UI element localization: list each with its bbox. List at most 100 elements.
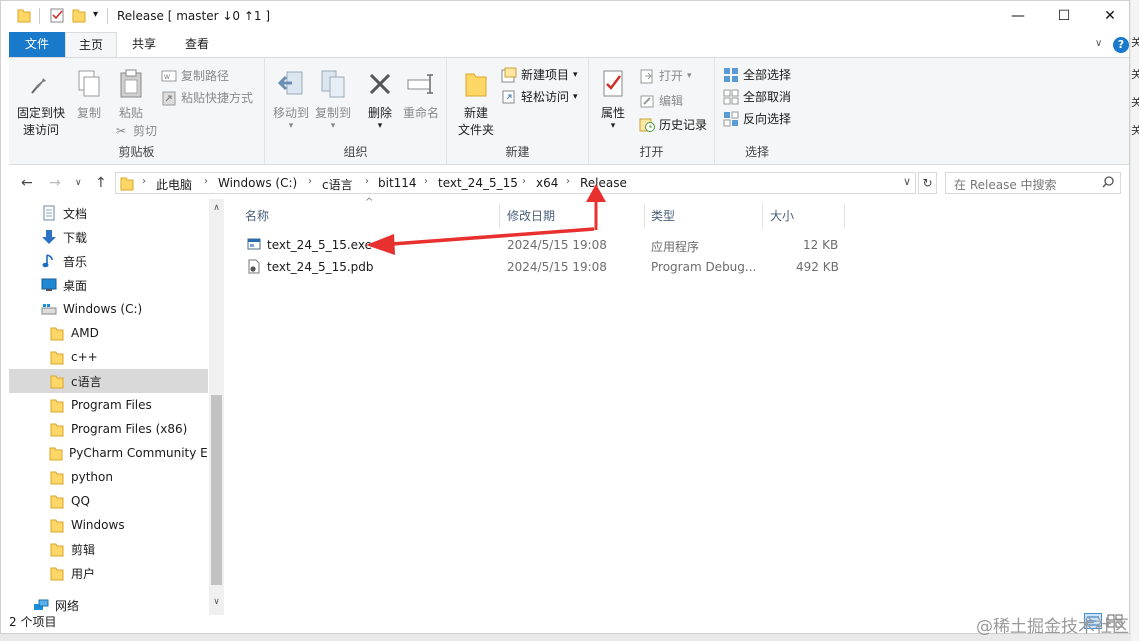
quick-access-dropdown-icon[interactable]: ▾ <box>93 9 98 27</box>
nav-item-folder[interactable]: python <box>9 465 208 489</box>
file-row[interactable]: text_24_5_15.pdb 2024/5/15 19:08 Program… <box>241 257 841 277</box>
address-bar[interactable]: › 此电脑 › Windows (C:) › c语言 › bit114 › te… <box>115 172 916 194</box>
up-arrow-icon[interactable]: ↑ <box>95 175 107 191</box>
rename-icon <box>405 68 437 100</box>
folder-icon <box>49 325 65 341</box>
nav-item-folder[interactable]: AMD <box>9 321 208 345</box>
select-none-button[interactable]: 全部取消 <box>723 88 791 105</box>
column-divider[interactable] <box>844 203 845 229</box>
breadcrumb-separator-icon[interactable]: › <box>365 176 369 187</box>
copy-path-button[interactable]: W 复制路径 <box>161 67 229 84</box>
rename-button[interactable]: 重命名 <box>401 68 441 121</box>
properties-button[interactable]: 属性 ▾ <box>593 68 633 131</box>
nav-item-folder[interactable]: QQ <box>9 489 208 513</box>
recent-locations-chevron-icon[interactable]: ∨ <box>75 178 82 188</box>
tab-share[interactable]: 共享 <box>119 32 169 57</box>
nav-item-folder[interactable]: 用户 <box>9 561 208 585</box>
back-arrow-icon[interactable]: ← <box>21 175 33 191</box>
nav-item-folder[interactable]: Windows <box>9 513 208 537</box>
column-divider[interactable] <box>499 203 500 229</box>
tab-home[interactable]: 主页 <box>65 32 117 57</box>
move-to-button[interactable]: 移动到 ▾ <box>271 68 311 131</box>
new-item-button[interactable]: 新建项目 ▾ <box>501 66 578 83</box>
nav-item-folder[interactable]: 剪辑 <box>9 537 208 561</box>
copy-to-button[interactable]: 复制到 ▾ <box>313 68 353 131</box>
divider <box>39 8 40 24</box>
column-divider[interactable] <box>762 203 763 229</box>
nav-item-folder[interactable]: PyCharm Community Ed <box>9 441 208 465</box>
address-dropdown-icon[interactable]: ∨ <box>903 175 911 188</box>
maximize-button[interactable]: ☐ <box>1041 1 1087 31</box>
nav-item-folder[interactable]: c++ <box>9 345 208 369</box>
pdb-file-icon <box>247 259 261 277</box>
folder-icon <box>49 565 65 581</box>
desktop-icon <box>41 277 57 293</box>
history-icon <box>639 117 655 133</box>
copy-button[interactable]: 复制 <box>69 68 109 121</box>
easy-access-icon <box>501 89 517 105</box>
edit-button[interactable]: 编辑 <box>639 92 683 109</box>
nav-item-folder-selected[interactable]: c语言 <box>9 369 208 393</box>
paste-shortcut-button[interactable]: 粘贴快捷方式 <box>161 89 253 106</box>
column-header-date[interactable]: 修改日期 <box>507 207 555 224</box>
forward-arrow-icon[interactable]: → <box>49 175 61 191</box>
file-row[interactable]: text_24_5_15.exe 2024/5/15 19:08 应用程序 12… <box>241 235 841 255</box>
breadcrumb-separator-icon[interactable]: › <box>308 176 312 187</box>
breadcrumb-c-language[interactable]: c语言 <box>322 176 353 193</box>
scroll-down-chevron-icon[interactable]: ∨ <box>209 597 224 607</box>
refresh-icon[interactable]: ↻ <box>918 172 937 194</box>
minimize-button[interactable]: — <box>995 1 1041 31</box>
easy-access-button[interactable]: 轻松访问 ▾ <box>501 88 578 105</box>
breadcrumb-this-pc[interactable]: 此电脑 <box>156 176 192 193</box>
paste-clipboard-icon <box>115 68 147 100</box>
title-bar: ▾ Release [ master ↓0 ↑1 ] — ☐ ✕ <box>1 1 1129 32</box>
scrollbar-thumb[interactable] <box>211 395 222 585</box>
navigation-scrollbar[interactable]: ∧ ∨ <box>209 199 224 615</box>
breadcrumb-separator-icon[interactable]: › <box>142 176 146 187</box>
status-item-count: 2 个项目 <box>9 615 57 629</box>
nav-item-folder[interactable]: Program Files <box>9 393 208 417</box>
dropdown-arrow-icon: ▾ <box>573 91 578 102</box>
open-button[interactable]: 打开 ▾ <box>639 67 692 84</box>
cut-button[interactable]: ✂ 剪切 <box>113 122 157 139</box>
nav-item-desktop[interactable]: 桌面 <box>9 273 208 297</box>
breadcrumb-separator-icon[interactable]: › <box>566 176 570 187</box>
tab-view[interactable]: 查看 <box>171 32 223 57</box>
pin-quick-access-button[interactable]: 固定到快 速访问 <box>13 68 69 138</box>
scroll-up-chevron-icon[interactable]: ∧ <box>209 203 224 213</box>
nav-item-documents[interactable]: 文档 <box>9 201 208 225</box>
breadcrumb-release[interactable]: Release <box>580 176 627 190</box>
properties-check-icon[interactable] <box>50 7 65 25</box>
paste-button[interactable]: 粘贴 <box>111 68 151 121</box>
new-folder-quick-icon[interactable] <box>72 7 86 25</box>
nav-item-windows-drive[interactable]: Windows (C:) <box>9 297 208 321</box>
tab-file[interactable]: 文件 <box>9 32 65 57</box>
breadcrumb-separator-icon[interactable]: › <box>204 176 208 187</box>
column-divider[interactable] <box>644 203 645 229</box>
breadcrumb-separator-icon[interactable]: › <box>424 176 428 187</box>
select-all-button[interactable]: 全部选择 <box>723 66 791 83</box>
new-folder-icon <box>460 68 492 100</box>
history-button[interactable]: 历史记录 <box>639 116 707 133</box>
pin-label-line1: 固定到快 <box>16 106 65 120</box>
column-header-name[interactable]: 名称 <box>245 207 269 224</box>
close-button[interactable]: ✕ <box>1087 1 1133 31</box>
breadcrumb-x64[interactable]: x64 <box>536 176 558 190</box>
ribbon-tabs: 文件 主页 共享 查看 ∨ ? <box>1 32 1129 57</box>
breadcrumb-windows-c[interactable]: Windows (C:) <box>218 176 297 190</box>
breadcrumb-text-24-5-15[interactable]: text_24_5_15 <box>438 176 518 190</box>
file-type: 应用程序 <box>651 240 700 254</box>
nav-item-downloads[interactable]: 下载 <box>9 225 208 249</box>
column-header-type[interactable]: 类型 <box>651 207 675 224</box>
invert-selection-button[interactable]: 反向选择 <box>723 110 791 127</box>
delete-button[interactable]: 删除 ▾ <box>363 68 397 131</box>
new-folder-button[interactable]: 新建 文件夹 <box>453 68 499 138</box>
column-header-size[interactable]: 大小 <box>770 207 794 224</box>
help-icon[interactable]: ? <box>1113 37 1129 53</box>
nav-item-music[interactable]: 音乐 <box>9 249 208 273</box>
ribbon-collapse-chevron-icon[interactable]: ∨ <box>1095 38 1102 49</box>
search-input[interactable]: 在 Release 中搜索 <box>945 172 1121 194</box>
breadcrumb-bit114[interactable]: bit114 <box>378 176 417 190</box>
nav-item-folder[interactable]: Program Files (x86) <box>9 417 208 441</box>
breadcrumb-separator-icon[interactable]: › <box>522 176 526 187</box>
